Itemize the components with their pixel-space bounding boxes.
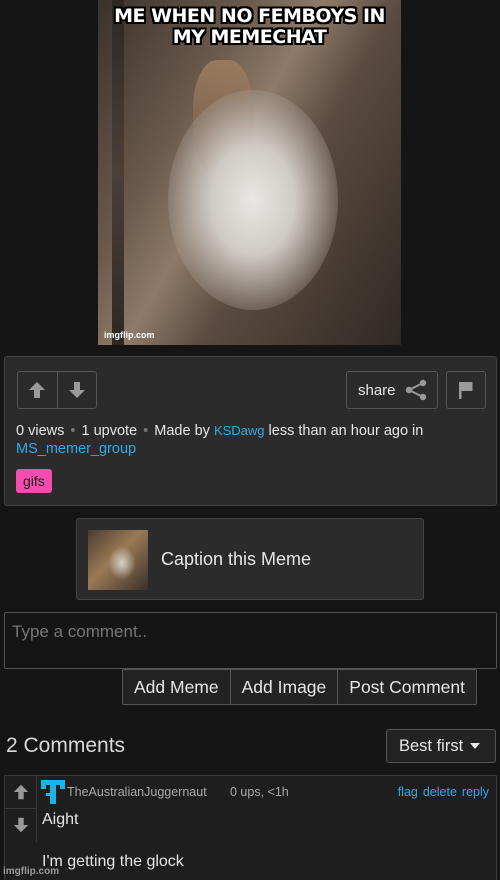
meme-smoke [168,90,338,310]
arrow-down-icon [68,382,85,398]
comment-actions: Add Meme Add Image Post Comment [122,669,477,705]
share-icon [405,379,426,401]
meme-info-panel: share 0 views • 1 upvote • Made by KSDaw… [4,356,497,506]
flag-icon [459,382,473,399]
comment-stats: 0 ups, <1h [230,785,289,799]
vote-buttons [17,371,97,409]
flag-link[interactable]: flag [398,785,418,799]
meme-thumbnail [88,530,148,590]
meme-background-pole [112,0,124,345]
comment-input[interactable] [4,612,497,669]
site-watermark: imgflip.com [3,866,60,877]
add-meme-button[interactable]: Add Meme [123,670,230,704]
separator-dot: • [66,423,80,439]
delete-link[interactable]: delete [423,785,457,799]
time-text: less than an hour ago in [268,423,424,439]
tag-gifs[interactable]: gifs [16,469,52,493]
comment-upvote-button[interactable] [5,776,36,808]
share-button[interactable]: share [346,371,438,409]
comment-downvote-button[interactable] [5,808,36,840]
reply-link[interactable]: reply [462,785,489,799]
meme-watermark: imgflip.com [104,330,155,340]
caption-this-meme-button[interactable]: Caption this Meme [76,518,424,600]
caret-down-icon [470,743,481,749]
caption-this-meme-label: Caption this Meme [161,549,312,569]
upvote-count: 1 upvote [81,423,138,439]
share-label: share [358,381,396,399]
sort-value: Best first [399,736,464,755]
comment-item: TheAustralianJuggernaut 0 ups, <1h flag … [4,775,497,880]
stream-link[interactable]: MS_memer_group [16,441,136,457]
made-by-label: Made by [154,423,210,439]
arrow-up-icon [13,784,28,800]
separator-dot: • [139,423,153,439]
author-link[interactable]: KSDawg [214,423,265,438]
flag-button[interactable] [446,371,486,409]
comments-count: 2 Comments [6,734,126,757]
arrow-up-icon [29,382,46,398]
comment-text-line: I'm getting the glock [42,853,184,870]
meme-image[interactable]: ME WHEN NO FEMBOYS IN MY MEMECHAT imgfli… [98,0,401,345]
arrow-down-icon [13,817,28,832]
comment-votes [5,776,37,842]
comment-text-line: Aight [42,811,79,828]
comment-actions-links: flag delete reply [398,785,489,799]
view-count: 0 views [16,423,65,439]
downvote-button[interactable] [56,372,96,408]
meme-meta: 0 views • 1 upvote • Made by KSDawg less… [16,422,486,458]
sort-select[interactable]: Best first [386,729,496,763]
post-comment-button[interactable]: Post Comment [337,670,476,704]
comment-username[interactable]: TheAustralianJuggernaut [67,785,207,799]
upvote-button[interactable] [18,372,57,408]
add-image-button[interactable]: Add Image [229,670,338,704]
user-avatar-icon[interactable] [41,780,65,804]
meme-caption: ME WHEN NO FEMBOYS IN MY MEMECHAT [114,5,385,48]
